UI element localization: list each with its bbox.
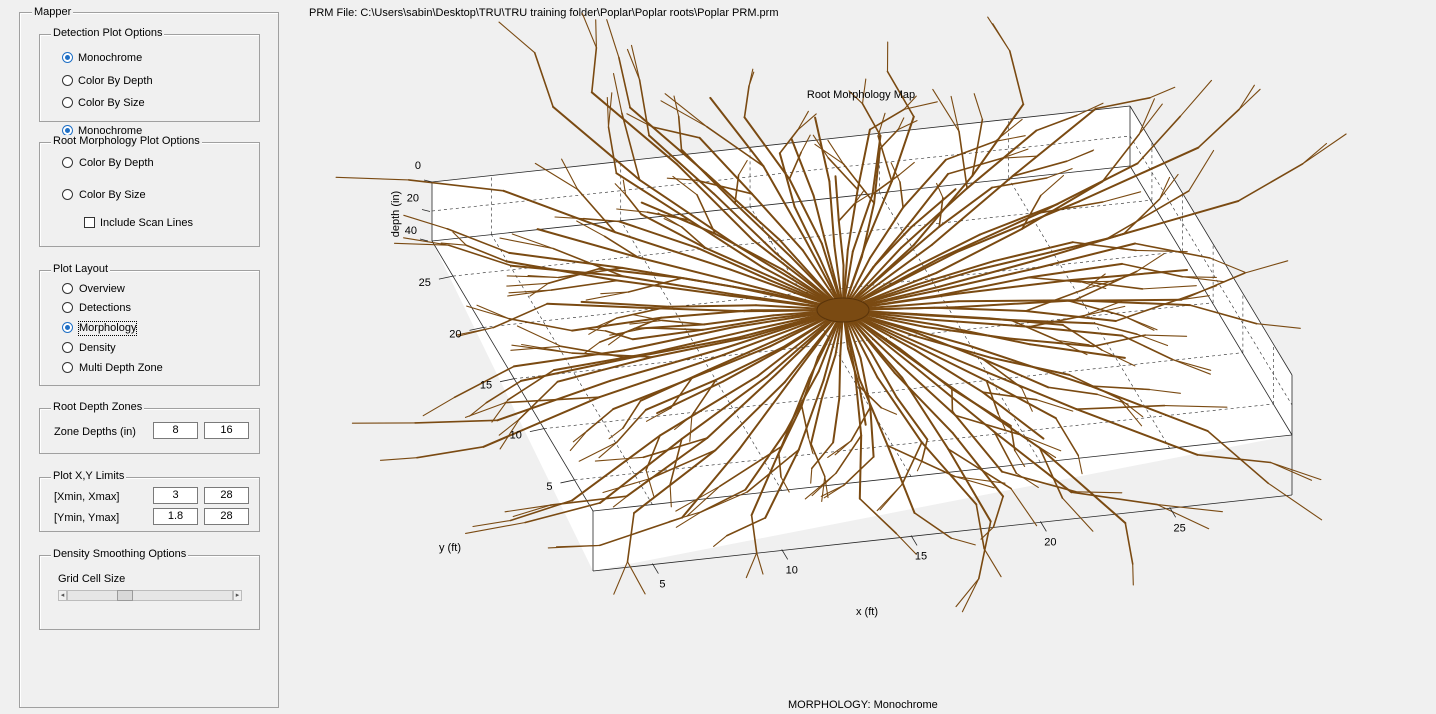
z-tick-20: [421, 209, 431, 212]
root-segment-33-2-0: [465, 521, 526, 534]
root-segment-32-2-0: [512, 504, 552, 518]
root-segment-15-2-0: [1075, 491, 1123, 494]
x-tick-label-10: 10: [786, 564, 798, 576]
z-tick-label-0: 0: [415, 160, 421, 172]
root-segment-67-2-0: [797, 110, 809, 131]
root-main-93-1: [957, 299, 1076, 303]
root-segment-19-2-0: [983, 548, 1002, 578]
root-segment-13-2: [1124, 522, 1134, 565]
root-segment-66-1-1: [664, 93, 708, 128]
x-tick-label-15: 15: [915, 550, 927, 562]
root-morphology-plot[interactable]: 5 10 15 20 25 5 10 15 20 25 0 20 40 Root Morphology …: [0, 0, 1436, 714]
y-tick-label-25: 25: [419, 277, 431, 289]
root-main-22-2: [858, 434, 863, 500]
root-segment-14-2-0: [1156, 504, 1223, 513]
root-segment-42-2-0: [468, 402, 487, 417]
root-segment-84-2-0: [1179, 79, 1213, 117]
x-tick-20: [1040, 521, 1047, 532]
root-segment-67-2-1: [797, 113, 817, 131]
root-segment-12-1: [951, 388, 954, 412]
root-segment-88-1-0: [1188, 149, 1215, 192]
z-axis-label: depth (in): [390, 191, 402, 237]
x-axis-label: x (ft): [856, 606, 878, 618]
y-tick-label-15: 15: [480, 380, 492, 392]
root-segment-61-2-0: [581, 12, 597, 49]
root-segment-14-2: [1070, 491, 1159, 506]
root-segment-91-2-1: [1181, 276, 1217, 278]
root-segment-9-2: [1196, 453, 1272, 464]
z-tick-label-40: 40: [405, 225, 417, 237]
root-segment-61-2: [590, 46, 598, 94]
root-segment-63-2-0: [673, 95, 680, 118]
root-segment-9-2-0: [1270, 461, 1313, 481]
x-tick-5: [652, 563, 659, 574]
root-segment-31-2-0: [613, 561, 629, 595]
y-tick-label-20: 20: [449, 328, 461, 340]
root-segment-6-2-0: [1267, 482, 1323, 521]
x-tick-label-20: 20: [1044, 536, 1056, 548]
root-segment-28-2-1: [756, 552, 764, 575]
root-segment-55-2-0: [335, 176, 410, 181]
root-segment-17-2: [992, 495, 1004, 529]
root-segment-64-2: [618, 56, 631, 109]
root-segment-62-2: [638, 79, 650, 137]
root-segment-68-2: [743, 85, 750, 119]
y-tick-label-5: 5: [546, 481, 552, 493]
root-segment-39-2-0: [379, 457, 418, 461]
root-segment-34-2-0: [472, 519, 512, 528]
root-segment-74-2-1: [897, 120, 918, 131]
x-tick-10: [781, 549, 789, 560]
root-segment-19-2: [975, 503, 986, 550]
z-tick-label-20: 20: [407, 193, 419, 205]
root-segment-9-2-1: [1270, 461, 1322, 481]
root-segment-59-2-0: [498, 21, 536, 54]
root-crown: [816, 297, 870, 323]
root-segment-79-1-0: [932, 88, 960, 132]
root-segment-59-2: [533, 51, 554, 108]
status-text: MORPHOLOGY: Monochrome: [788, 699, 938, 711]
y-tick-label-10: 10: [510, 430, 522, 442]
root-segment-80-1-0: [973, 93, 983, 120]
root-segment-88-2-1: [1301, 133, 1347, 165]
root-segment-13-1-0: [1061, 497, 1094, 532]
x-tick-label-5: 5: [659, 579, 665, 591]
root-segment-85-2: [1197, 108, 1240, 149]
root-segment-58-2-0: [606, 96, 610, 128]
root-segment-82-2-0: [1149, 86, 1176, 99]
root-segment-0-2-0: [1244, 260, 1289, 274]
root-segment-80-2-1: [987, 16, 1011, 52]
plot-title: Root Morphology Map: [807, 89, 915, 101]
root-segment-28-2-0: [745, 552, 758, 579]
root-segment-66-1-0: [660, 100, 708, 128]
root-segment-44-2-0: [422, 396, 456, 417]
x-tick-15: [910, 535, 918, 546]
root-segment-73-2: [861, 102, 882, 137]
root-segment-59-1-0: [612, 72, 623, 114]
root-segment-40-2: [414, 419, 499, 424]
root-segment-13-2-0: [1132, 563, 1134, 586]
root-segment-32-2-1: [504, 504, 552, 513]
root-segment-61-2-1: [595, 19, 597, 49]
root-segment-21-2-0: [950, 537, 976, 546]
root-main-24-1: [838, 353, 842, 400]
root-segment-39-2: [416, 445, 485, 459]
x-tick-label-25: 25: [1174, 522, 1186, 534]
root-segment-16-1-0: [1010, 488, 1038, 527]
root-segment-80-2: [1008, 50, 1025, 106]
y-axis-label: y (ft): [439, 542, 461, 554]
root-segment-88-2: [1237, 163, 1304, 202]
root-segment-64-2-0: [606, 19, 620, 59]
